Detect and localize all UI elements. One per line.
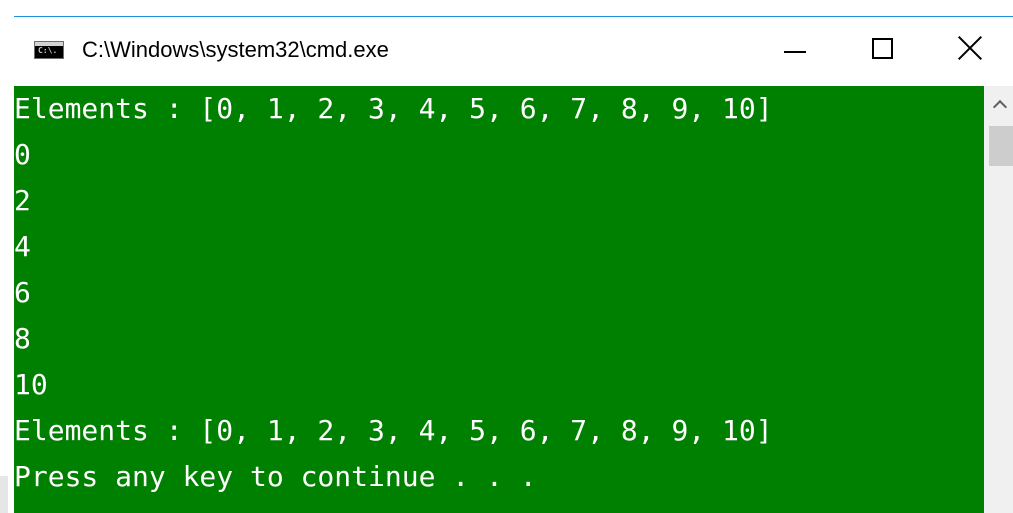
console-line: Elements : [0, 1, 2, 3, 4, 5, 6, 7, 8, 9…: [14, 92, 773, 125]
console-line: 8: [14, 322, 31, 355]
console-line: 6: [14, 276, 31, 309]
chevron-up-icon: [992, 99, 1008, 115]
maximize-icon: [872, 38, 893, 59]
console-line: 4: [14, 230, 31, 263]
window-title: C:\Windows\system32\cmd.exe: [82, 37, 389, 62]
close-icon: [957, 35, 983, 61]
vertical-scrollbar[interactable]: [984, 86, 1013, 513]
minimize-button[interactable]: [752, 17, 842, 83]
console-output[interactable]: Elements : [0, 1, 2, 3, 4, 5, 6, 7, 8, 9…: [14, 86, 984, 513]
scroll-up-button[interactable]: [985, 86, 1013, 126]
console-line: 0: [14, 138, 31, 171]
console-line: Elements : [0, 1, 2, 3, 4, 5, 6, 7, 8, 9…: [14, 414, 773, 447]
window-edge-mark: [0, 476, 8, 513]
console-line: Press any key to continue . . .: [14, 460, 537, 493]
cmd-window: C:\. C:\Windows\system32\cmd.exe Element…: [0, 0, 1013, 513]
window-left-edge: [0, 86, 14, 513]
cmd-icon[interactable]: C:\.: [34, 41, 64, 59]
minimize-icon: [784, 51, 806, 53]
close-button[interactable]: [932, 17, 1013, 83]
maximize-button[interactable]: [842, 17, 932, 83]
console-line: 2: [14, 184, 31, 217]
console-line: 10: [14, 368, 48, 401]
title-bar[interactable]: C:\. C:\Windows\system32\cmd.exe: [14, 16, 1013, 86]
cmd-icon-label: C:\.: [38, 46, 58, 55]
desktop-background: [0, 0, 1013, 16]
scrollbar-thumb[interactable]: [989, 126, 1013, 166]
